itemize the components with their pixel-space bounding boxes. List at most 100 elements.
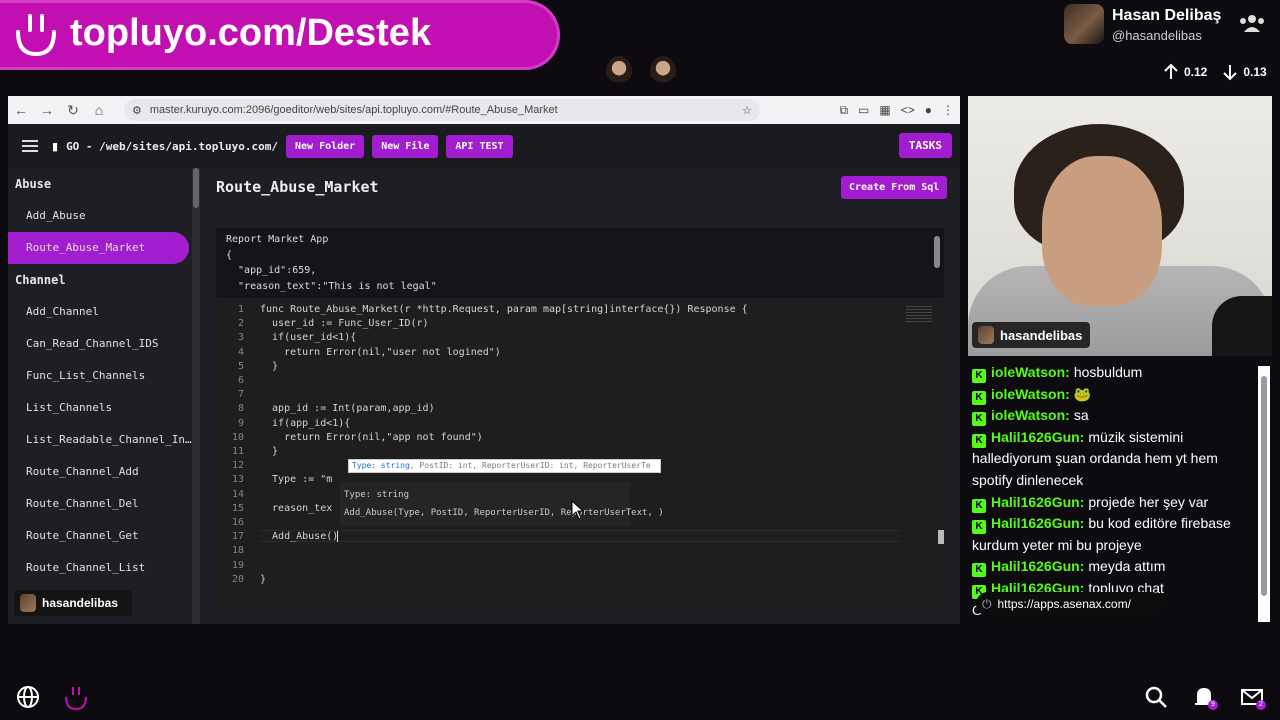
sidebar-item-add-channel[interactable]: Add_Channel bbox=[8, 296, 200, 328]
people-icon[interactable] bbox=[1238, 12, 1266, 36]
sidebar-group-channel[interactable]: Channel bbox=[8, 264, 200, 296]
chat-username[interactable]: ioleWatson: bbox=[991, 364, 1070, 380]
chat-message: K Halil1626Gun: müzik sistemini hallediyor… bbox=[968, 427, 1256, 492]
chat-username[interactable]: Halil1626Gun: bbox=[991, 558, 1084, 574]
minimap[interactable] bbox=[906, 306, 932, 324]
notification-count: 9 bbox=[1208, 700, 1218, 710]
brand-banner: topluyo.com/Destek bbox=[0, 0, 560, 70]
chat-message: KioleWatson: 🐸 bbox=[968, 384, 1256, 406]
new-folder-button[interactable]: New Folder bbox=[285, 134, 365, 158]
back-icon[interactable]: ← bbox=[8, 96, 34, 124]
user-chip-name: hasandelibas bbox=[42, 596, 119, 610]
sidebar-item-list-channels[interactable]: List_Channels bbox=[8, 392, 200, 424]
code-line: user_id := Func_User_ID(r) bbox=[260, 318, 429, 330]
hint-type: Type: string bbox=[352, 461, 410, 470]
devtools-icon[interactable]: <> bbox=[901, 103, 915, 117]
profile-icon[interactable]: ● bbox=[925, 103, 932, 117]
code-line: func Route_Abuse_Market(r *http.Request,… bbox=[260, 304, 748, 315]
globe-icon[interactable] bbox=[15, 684, 41, 710]
power-icon: ⏻ bbox=[982, 596, 992, 611]
create-from-sql-button[interactable]: Create From Sql bbox=[841, 176, 948, 199]
browser-toolbar: ← → ↻ ⌂ ⚙ master.kuruyo.com:2096/goedito… bbox=[8, 96, 960, 124]
code-line: return Error(nil,"user not logined") bbox=[260, 346, 501, 358]
code-line: Add_Abuse() bbox=[260, 531, 339, 543]
forward-icon[interactable]: → bbox=[34, 96, 60, 124]
code-line: Type := "m bbox=[260, 474, 333, 486]
chat-text: hosbuldum bbox=[1073, 364, 1143, 380]
sidebar-scrollbar[interactable] bbox=[192, 168, 200, 624]
tasks-button[interactable]: TASKS bbox=[898, 133, 952, 158]
line-number: 13 bbox=[231, 474, 244, 486]
arrow-down-icon bbox=[1223, 65, 1238, 81]
scrollbar-thumb[interactable] bbox=[1261, 376, 1267, 596]
example-scrollbar[interactable] bbox=[934, 236, 940, 268]
editor-app-bar: ▮ GO - /web/sites/api.topluyo.com/ New F… bbox=[8, 124, 960, 168]
new-file-button[interactable]: New File bbox=[372, 134, 439, 158]
address-bar[interactable]: ⚙ master.kuruyo.com:2096/goeditor/web/si… bbox=[124, 99, 760, 121]
brand-text: topluyo.com/Destek bbox=[70, 12, 432, 54]
page-title: Route_Abuse_Market bbox=[216, 178, 379, 196]
link-bar[interactable]: ⏻ https://apps.asenax.com/ bbox=[976, 592, 1164, 616]
avatar bbox=[978, 326, 994, 344]
stat-down: 0.13 bbox=[1243, 65, 1267, 79]
sidebar-group-abuse[interactable]: Abuse bbox=[8, 168, 200, 200]
site-info-icon[interactable]: ⚙ bbox=[132, 104, 142, 117]
menu-icon[interactable]: ⋮ bbox=[942, 103, 954, 117]
avatar bbox=[1064, 4, 1104, 44]
chat-username[interactable]: ioleWatson: bbox=[991, 407, 1070, 423]
chat-username[interactable]: Halil1626Gun: bbox=[991, 429, 1084, 445]
file-icon: ▮ bbox=[52, 140, 59, 153]
chat-message: K Halil1626Gun: bu kod editöre firebase ku… bbox=[968, 513, 1256, 556]
kick-badge-icon: K bbox=[972, 498, 986, 513]
code-line: } bbox=[260, 360, 279, 372]
sidebar-item-func-list-channels[interactable]: Func_List_Channels bbox=[8, 360, 200, 392]
sidebar-item-route-channel-del[interactable]: Route_Channel_Del bbox=[8, 488, 200, 520]
line-number: 16 bbox=[231, 517, 244, 528]
reload-icon[interactable]: ↻ bbox=[60, 96, 86, 124]
home-icon[interactable]: ⌂ bbox=[86, 96, 112, 124]
avatar bbox=[20, 594, 36, 612]
chat-username[interactable]: Halil1626Gun: bbox=[991, 515, 1084, 531]
line-number: 19 bbox=[231, 559, 244, 571]
chat-message: K Halil1626Gun: projede her şey var bbox=[968, 492, 1256, 514]
mouse-cursor-icon bbox=[571, 500, 585, 520]
example-textarea[interactable]: Report Market App { "app_id":659, "reaso… bbox=[216, 228, 944, 298]
sidebar-item-route-abuse-market[interactable]: Route_Abuse_Market bbox=[8, 232, 189, 264]
extensions-icon[interactable]: ⧉ bbox=[839, 103, 848, 118]
chat-message: K Halil1626Gun: meyda attım bbox=[968, 556, 1256, 578]
smile-logo-icon bbox=[16, 14, 56, 57]
sidepanel-icon[interactable]: ▭ bbox=[858, 103, 869, 117]
code-editor[interactable]: 1 func Route_Abuse_Market(r *http.Request… bbox=[216, 302, 944, 612]
kick-badge-icon: K bbox=[972, 563, 986, 578]
line-number: 5 bbox=[237, 360, 244, 372]
stream-stats: 0.12 0.13 bbox=[1162, 60, 1280, 84]
profile-handle: @hasandelibas bbox=[1112, 28, 1202, 43]
editor-scrollbar[interactable] bbox=[938, 530, 944, 544]
apps-icon[interactable]: ▦ bbox=[879, 103, 890, 117]
sidebar-item-route-channel-add[interactable]: Route_Channel_Add bbox=[8, 456, 200, 488]
webcam-feed: hasandelibas bbox=[968, 96, 1272, 356]
bookmark-star-icon[interactable]: ☆ bbox=[742, 104, 752, 117]
sidebar-item-route-channel-get[interactable]: Route_Channel_Get bbox=[8, 520, 200, 552]
api-test-button[interactable]: API TEST bbox=[446, 134, 513, 158]
line-number: 6 bbox=[237, 375, 244, 386]
scrollbar-thumb[interactable] bbox=[193, 168, 199, 208]
url-text: master.kuruyo.com:2096/goeditor/web/site… bbox=[149, 104, 558, 116]
example-line: "app_id":659, bbox=[226, 265, 317, 276]
hamburger-menu-icon[interactable] bbox=[22, 140, 38, 152]
search-icon[interactable] bbox=[1143, 684, 1169, 710]
smile-logo-icon[interactable] bbox=[63, 684, 89, 710]
sidebar-item-can-read-channel-ids[interactable]: Can_Read_Channel_IDS bbox=[8, 328, 200, 360]
chat-username[interactable]: ioleWatson: bbox=[991, 386, 1070, 402]
sidebar-item-add-abuse[interactable]: Add_Abuse bbox=[8, 200, 200, 232]
sidebar-item-route-channel-list[interactable]: Route_Channel_List bbox=[8, 552, 200, 584]
hint-rest: , PostID: int, ReporterUserID: int, Repo… bbox=[409, 461, 651, 470]
chat-scrollbar[interactable] bbox=[1258, 366, 1270, 622]
chat-username[interactable]: Halil1626Gun: bbox=[991, 494, 1084, 510]
line-number: 14 bbox=[231, 488, 244, 500]
text-caret bbox=[337, 531, 338, 542]
sidebar-item-list-readable-channel[interactable]: List_Readable_Channel_In… bbox=[8, 424, 200, 456]
line-number: 8 bbox=[237, 403, 244, 415]
line-number: 9 bbox=[237, 417, 244, 429]
chat-panel: KioleWatson: hosbuldum KioleWatson: 🐸 KioleW… bbox=[968, 362, 1256, 622]
